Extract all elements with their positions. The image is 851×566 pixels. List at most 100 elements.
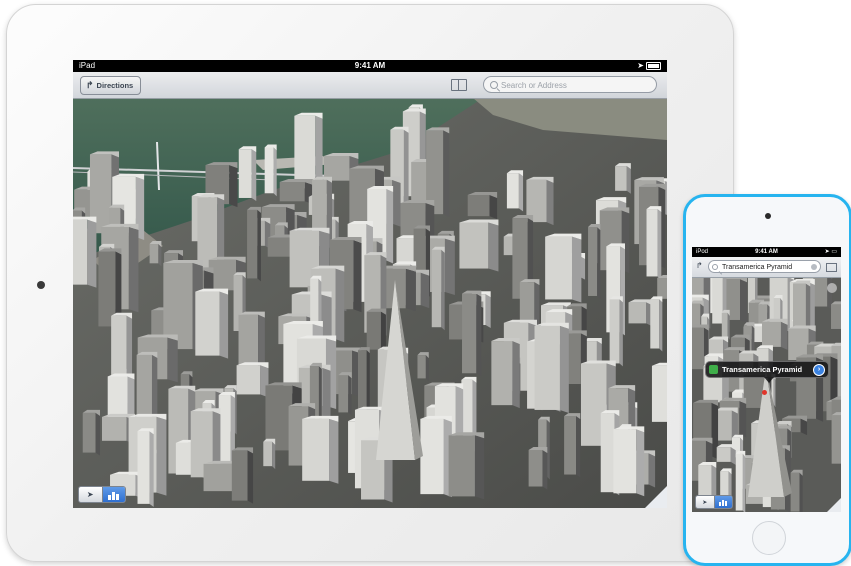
compass-icon[interactable] (827, 283, 837, 293)
page-curl[interactable] (827, 498, 841, 512)
building (257, 209, 261, 282)
building (730, 447, 736, 465)
turn-right-arrow-icon[interactable]: ↱ (696, 261, 703, 270)
building (657, 278, 667, 299)
building (366, 311, 381, 350)
book-icon[interactable] (826, 263, 837, 272)
building (545, 236, 572, 300)
callout-title: Transamerica Pyramid (722, 365, 803, 374)
building (727, 312, 730, 340)
building (87, 219, 97, 288)
building (597, 226, 601, 299)
building (761, 321, 781, 347)
3d-buildings-icon[interactable] (714, 496, 732, 508)
building (218, 395, 231, 462)
building (462, 293, 477, 374)
building (273, 147, 277, 197)
home-button[interactable] (752, 521, 786, 555)
3d-buildings-icon[interactable] (102, 487, 125, 502)
ipad-screen: iPad 9:41 AM ➤ ↱ Directions Search or Ad… (73, 60, 667, 508)
building (425, 355, 429, 382)
building (588, 226, 598, 296)
building (512, 341, 520, 409)
building (156, 416, 167, 496)
building (619, 299, 623, 367)
building (740, 279, 748, 323)
building (799, 472, 803, 512)
building (467, 194, 490, 217)
building (648, 453, 656, 488)
location-arrow-icon[interactable]: ➤ (79, 487, 103, 502)
building (247, 209, 258, 279)
building (790, 472, 800, 512)
building (650, 299, 660, 349)
building (646, 209, 658, 277)
battery-icon: ➤ (637, 60, 661, 72)
building (615, 166, 627, 191)
building (659, 299, 663, 352)
building (528, 449, 543, 487)
building (443, 130, 450, 218)
building (491, 341, 513, 406)
building (167, 337, 178, 383)
building (236, 365, 261, 395)
building (742, 453, 746, 512)
page-curl[interactable] (645, 486, 667, 508)
building (231, 450, 248, 501)
ipod-device: iPod 9:41 AM ➤ ▭ ↱ Transamerica Pyramid … (683, 194, 851, 566)
directions-label: Directions (96, 81, 134, 90)
building (128, 226, 139, 313)
building (564, 416, 577, 475)
location-arrow-icon[interactable]: ➤ (696, 496, 715, 508)
place-callout[interactable]: Transamerica Pyramid › (705, 361, 829, 383)
search-input[interactable]: Transamerica Pyramid (708, 260, 821, 273)
book-icon[interactable] (451, 79, 467, 91)
building (431, 249, 442, 328)
search-value: Transamerica Pyramid (722, 264, 793, 271)
building (636, 429, 645, 497)
building (263, 441, 273, 467)
building (813, 275, 828, 307)
building (546, 179, 554, 226)
building (831, 304, 841, 329)
building (613, 429, 637, 494)
front-camera (37, 281, 45, 289)
building (609, 299, 620, 364)
building (158, 244, 162, 267)
directions-button[interactable]: ↱ Directions (80, 76, 142, 95)
location-pin[interactable] (762, 390, 767, 395)
building (267, 237, 292, 257)
building (488, 222, 499, 272)
building (459, 222, 489, 269)
building (417, 355, 426, 379)
building (264, 147, 274, 194)
building (716, 447, 731, 462)
map-controls: ➤ (695, 495, 733, 509)
building (348, 375, 352, 416)
search-placeholder: Search or Address (501, 81, 567, 90)
search-input[interactable]: Search or Address (483, 76, 657, 93)
building (82, 412, 96, 453)
building (748, 302, 761, 326)
search-icon (712, 264, 718, 270)
building (485, 294, 491, 329)
building (448, 435, 475, 497)
building (405, 268, 416, 312)
building (219, 291, 229, 359)
ipod-screen: iPod 9:41 AM ➤ ▭ ↱ Transamerica Pyramid … (692, 247, 841, 512)
map-controls: ➤ (78, 486, 126, 503)
building (73, 219, 88, 285)
map-3d-view[interactable] (73, 60, 667, 508)
building (335, 268, 345, 343)
building (203, 463, 233, 492)
building (294, 115, 316, 189)
building (149, 244, 159, 264)
status-bar: iPod 9:41 AM ➤ ▭ (692, 247, 841, 257)
maps-toolbar: ↱ Directions Search or Address (73, 72, 667, 99)
building (329, 418, 339, 484)
info-chevron-icon[interactable]: › (813, 363, 825, 376)
clear-icon[interactable] (811, 264, 817, 270)
front-camera (765, 213, 771, 219)
transit-icon (709, 365, 718, 374)
status-time: 9:41 AM (755, 249, 778, 255)
